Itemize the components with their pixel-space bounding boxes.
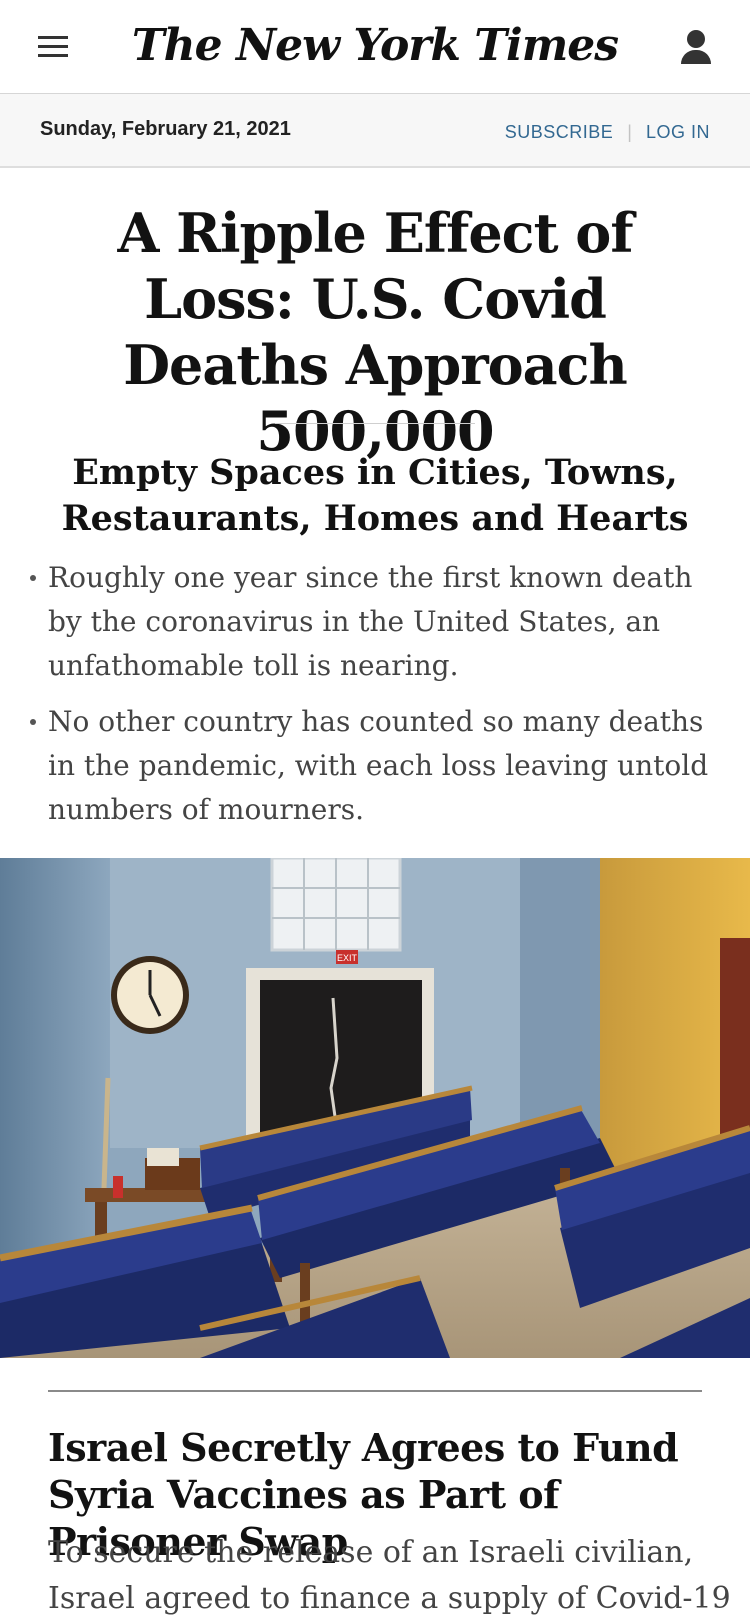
bullet-dot-icon — [30, 575, 36, 581]
current-date: Sunday, February 21, 2021 — [40, 118, 291, 140]
lead-story-headline[interactable]: A Ripple Effect of Loss: U.S. Covid Deat… — [40, 200, 710, 464]
account-links: SUBSCRIBE | LOG IN — [505, 122, 710, 143]
summary-bullet-text: Roughly one year since the first known d… — [48, 561, 693, 682]
section-divider — [48, 1390, 702, 1392]
login-link[interactable]: LOG IN — [646, 122, 710, 142]
subscribe-link[interactable]: SUBSCRIBE — [505, 122, 614, 142]
second-story-summary: To secure the release of an Israeli civi… — [48, 1535, 731, 1616]
site-logo[interactable]: The New York Times — [0, 20, 750, 71]
link-separator: | — [627, 122, 632, 142]
headline-divider — [275, 423, 475, 424]
lead-story-photo[interactable]: EXIT — [0, 858, 750, 1358]
top-navigation-bar: The New York Times — [0, 0, 750, 94]
bullet-dot-icon — [30, 719, 36, 725]
lead-story-bullets: Roughly one year since the first known d… — [28, 556, 713, 844]
date-bar: Sunday, February 21, 2021 SUBSCRIBE | LOG … — [0, 94, 750, 168]
lead-story-subheadline[interactable]: Empty Spaces in Cities, Towns, Restauran… — [40, 450, 710, 542]
account-person-icon[interactable] — [678, 28, 714, 66]
summary-bullet-text: No other country has counted so many dea… — [48, 705, 709, 826]
summary-bullet: No other country has counted so many dea… — [28, 700, 713, 832]
chapel-room-illustration: EXIT — [0, 858, 750, 1358]
summary-bullet: Roughly one year since the first known d… — [28, 556, 713, 688]
exit-sign-text: EXIT — [337, 953, 358, 963]
